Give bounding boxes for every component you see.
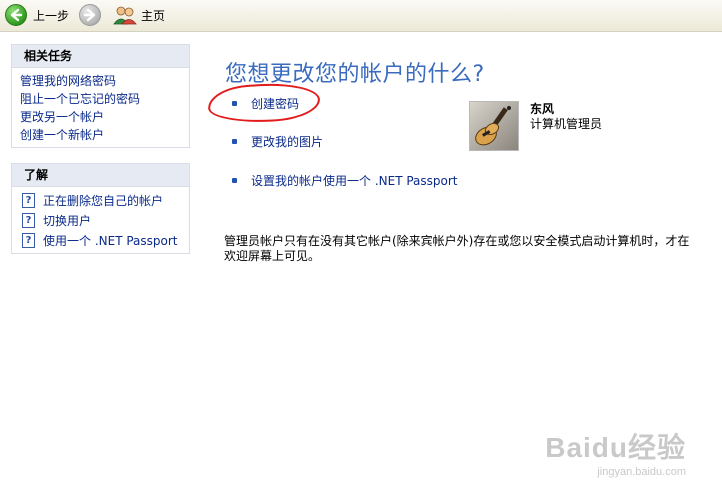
user-avatar bbox=[469, 101, 519, 151]
forward-button[interactable] bbox=[79, 3, 101, 27]
learn-item-label: 切换用户 bbox=[43, 213, 92, 228]
learn-title: 了解 bbox=[12, 164, 189, 187]
watermark-url: jingyan.baidu.com bbox=[597, 466, 686, 478]
user-accounts-icon bbox=[113, 5, 137, 25]
option-label: 设置我的帐户使用一个 .NET Passport bbox=[251, 174, 458, 188]
home-button[interactable]: 主页 bbox=[113, 3, 165, 27]
learn-item-label: 正在删除您自己的帐户 bbox=[43, 193, 164, 208]
option-net-passport[interactable]: 设置我的帐户使用一个 .NET Passport bbox=[232, 172, 458, 189]
related-tasks-title: 相关任务 bbox=[12, 45, 189, 68]
watermark-logo: Baidu经验 bbox=[545, 432, 686, 463]
toolbar: 上一步 主页 bbox=[0, 0, 722, 32]
learn-item-switch-user[interactable]: ? 切换用户 bbox=[16, 210, 189, 230]
related-tasks-list: 管理我的网络密码 阻止一个已忘记的密码 更改另一个帐户 创建一个新帐户 bbox=[12, 68, 189, 147]
option-label: 更改我的图片 bbox=[251, 135, 324, 149]
help-icon: ? bbox=[22, 232, 35, 248]
option-change-picture[interactable]: 更改我的图片 bbox=[232, 133, 323, 150]
option-create-password[interactable]: 创建密码 bbox=[232, 95, 299, 112]
user-role: 计算机管理员 bbox=[530, 117, 603, 131]
home-label: 主页 bbox=[141, 8, 166, 23]
task-manage-network-passwords[interactable]: 管理我的网络密码 bbox=[20, 72, 189, 90]
learn-item-label: 使用一个 .NET Passport bbox=[43, 233, 178, 248]
help-icon: ? bbox=[22, 192, 35, 208]
bullet-icon bbox=[232, 101, 237, 106]
forward-arrow-icon bbox=[79, 4, 101, 26]
guitar-icon bbox=[470, 102, 518, 150]
admin-visibility-note: 管理员帐户只有在没有其它帐户(除来宾帐户外)存在或您以安全模式启动计算机时，才在… bbox=[224, 234, 690, 263]
task-change-another-account[interactable]: 更改另一个帐户 bbox=[20, 108, 189, 126]
bullet-icon bbox=[232, 139, 237, 144]
related-tasks-panel: 相关任务 管理我的网络密码 阻止一个已忘记的密码 更改另一个帐户 创建一个新帐户 bbox=[11, 44, 190, 148]
learn-item-net-passport[interactable]: ? 使用一个 .NET Passport bbox=[16, 230, 189, 250]
option-label: 创建密码 bbox=[251, 97, 300, 111]
learn-item-delete-account[interactable]: ? 正在删除您自己的帐户 bbox=[16, 190, 189, 210]
learn-list: ? 正在删除您自己的帐户 ? 切换用户 ? 使用一个 .NET Passport bbox=[12, 187, 189, 253]
back-button[interactable]: 上一步 bbox=[5, 3, 69, 27]
learn-panel: 了解 ? 正在删除您自己的帐户 ? 切换用户 ? 使用一个 .NET Passp… bbox=[11, 163, 190, 254]
watermark: Baidu经验 jingyan.baidu.com bbox=[545, 426, 686, 478]
bullet-icon bbox=[232, 178, 237, 183]
back-label: 上一步 bbox=[33, 8, 70, 23]
task-create-new-account[interactable]: 创建一个新帐户 bbox=[20, 126, 189, 144]
back-arrow-icon bbox=[5, 4, 27, 26]
task-prevent-forgotten-password[interactable]: 阻止一个已忘记的密码 bbox=[20, 90, 189, 108]
help-icon: ? bbox=[22, 212, 35, 228]
